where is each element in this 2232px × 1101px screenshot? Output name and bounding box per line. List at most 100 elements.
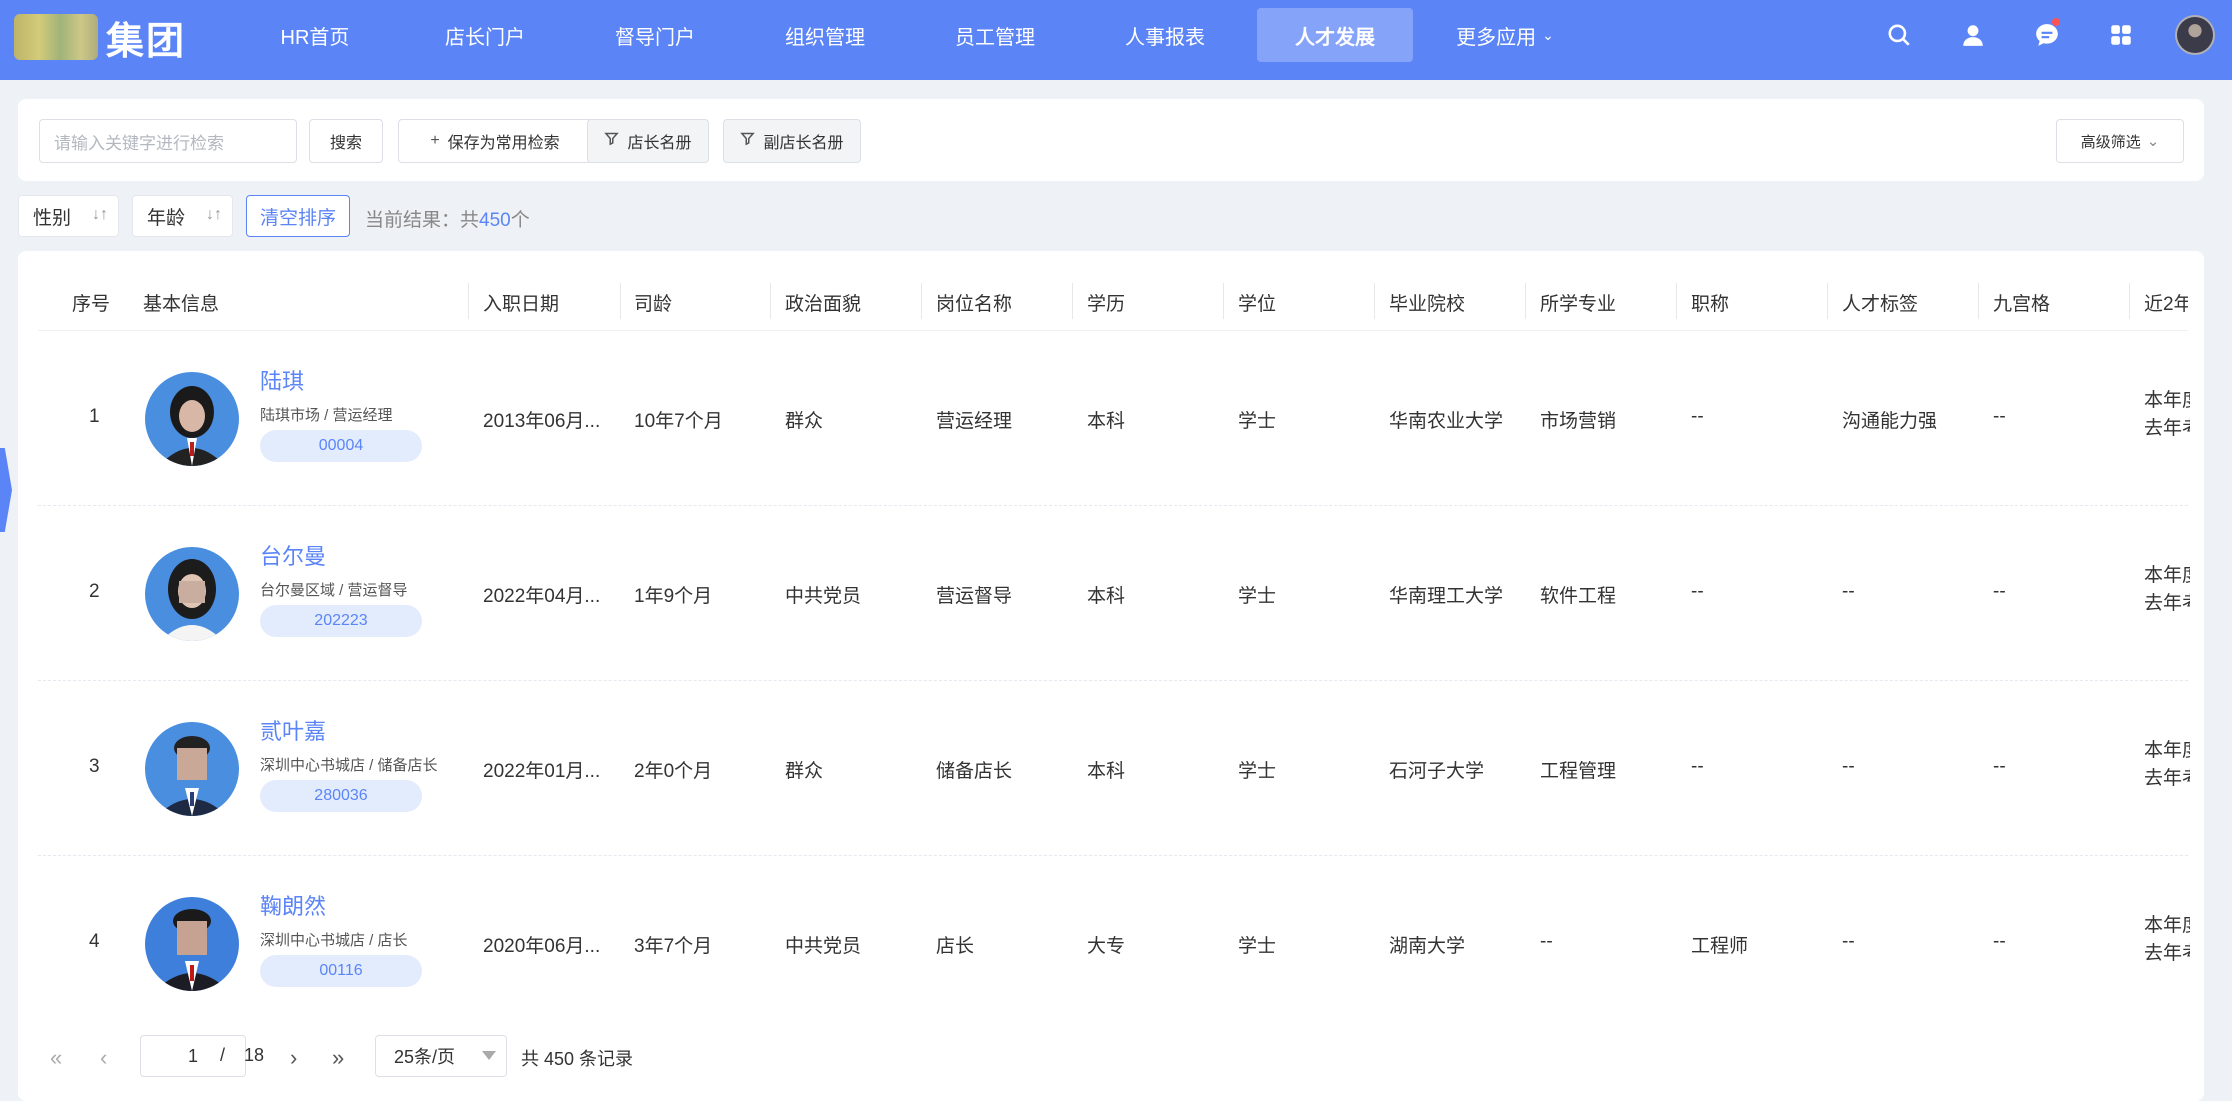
message-icon[interactable] <box>2010 0 2084 70</box>
school: 华南农业大学 <box>1389 411 1504 432</box>
sort-gender-button[interactable]: 性别 ↓↑ <box>18 195 119 237</box>
page-size-select[interactable]: 25条/页 <box>375 1035 507 1077</box>
deputy-manager-filter-label: 副店长名册 <box>763 135 844 152</box>
table-row[interactable]: 1 陆琪 陆琪市场 / 营运经理 00004 2013年06月... 10年7个… <box>38 331 2190 506</box>
talent-tag: -- <box>1842 756 1855 777</box>
apps-grid-icon[interactable] <box>2084 0 2158 70</box>
sort-icon: ↓↑ <box>92 206 108 223</box>
next-page-icon[interactable]: › <box>290 1045 297 1071</box>
eval-current-year: 本年度 <box>2144 565 2190 586</box>
first-page-icon[interactable]: « <box>50 1045 62 1071</box>
nav-supervisor-portal[interactable]: 督导门户 <box>570 8 740 62</box>
col-basic-info: 基本信息 <box>143 294 220 315</box>
user-avatar[interactable] <box>2158 0 2232 70</box>
last-page-icon[interactable]: » <box>332 1045 344 1071</box>
nav-hr-home[interactable]: HR首页 <box>230 8 400 62</box>
total-pages: 18 <box>244 1045 265 1065</box>
tenure: 3年7个月 <box>634 936 713 957</box>
keyword-search-input[interactable]: 请输入关键字进行检索 <box>39 119 297 163</box>
page-size-value: 25条/页 <box>394 1047 456 1067</box>
school: 石河子大学 <box>1389 761 1485 782</box>
main-nav: HR首页 店长门户 督导门户 组织管理 员工管理 人事报表 人才发展 更多应用 … <box>230 8 1590 62</box>
employee-org-post: 深圳中心书城店 / 储备店长 <box>260 757 438 774</box>
deputy-manager-filter-button[interactable]: 副店长名册 <box>723 119 861 163</box>
post-name: 营运经理 <box>936 411 1013 432</box>
plus-icon: + <box>430 132 440 149</box>
store-manager-filter-label: 店长名册 <box>627 135 692 152</box>
degree: 学士 <box>1238 761 1277 782</box>
nav-hr-reports[interactable]: 人事报表 <box>1080 8 1250 62</box>
political-status: 中共党员 <box>785 586 862 607</box>
page-number-input[interactable]: 1 <box>140 1035 246 1077</box>
company-logo[interactable]: 集团 <box>14 14 186 63</box>
eval-last-year: 去年考 <box>2144 943 2190 964</box>
col-degree: 学位 <box>1238 294 1277 315</box>
employee-name-link[interactable]: 陆琪 <box>260 364 304 396</box>
nav-talent-development[interactable]: 人才发展 <box>1257 8 1413 62</box>
nine-grid: -- <box>1993 406 2006 427</box>
nav-more-apps[interactable]: 更多应用 ⌄ <box>1420 8 1590 62</box>
column-divider <box>1978 283 1979 319</box>
political-status: 群众 <box>785 411 824 432</box>
employee-org-post: 深圳中心书城店 / 店长 <box>260 932 408 949</box>
advanced-filter-label: 高级筛选 <box>2080 133 2141 151</box>
column-divider <box>1072 283 1073 319</box>
education: 本科 <box>1087 586 1126 607</box>
col-index: 序号 <box>72 294 111 315</box>
employee-name-link[interactable]: 台尔曼 <box>260 539 326 571</box>
talent-tag: -- <box>1842 581 1855 602</box>
side-expand-tab[interactable] <box>0 448 12 532</box>
job-title: -- <box>1691 581 1704 602</box>
col-job-title: 职称 <box>1691 294 1730 315</box>
school: 华南理工大学 <box>1389 586 1504 607</box>
save-search-button[interactable]: + 保存为常用检索 <box>398 119 592 163</box>
political-status: 群众 <box>785 761 824 782</box>
col-political-status: 政治面貌 <box>785 294 862 315</box>
store-manager-filter-button[interactable]: 店长名册 <box>587 119 709 163</box>
row-index: 2 <box>89 581 100 602</box>
employee-name-link[interactable]: 鞠朗然 <box>260 889 326 921</box>
eval-current-year: 本年度 <box>2144 390 2190 411</box>
prev-page-icon[interactable]: ‹ <box>100 1045 107 1071</box>
row-index: 3 <box>89 756 100 777</box>
employee-name-link[interactable]: 贰叶嘉 <box>260 714 326 746</box>
employee-photo <box>145 897 239 991</box>
chevron-down-icon: ⌄ <box>1542 26 1554 43</box>
row-index: 1 <box>89 406 100 427</box>
major: -- <box>1540 931 1553 952</box>
clear-sort-button[interactable]: 清空排序 <box>246 195 350 237</box>
sort-age-label: 年龄 <box>147 207 186 229</box>
total-records: 共 450 条记录 <box>521 1049 634 1069</box>
employee-org-post: 台尔曼区域 / 营运督导 <box>260 582 408 599</box>
table-row[interactable]: 3 贰叶嘉 深圳中心书城店 / 储备店长 280036 2022年01月... … <box>38 681 2190 856</box>
sort-gender-label: 性别 <box>33 207 72 229</box>
table-row[interactable]: 4 鞠朗然 深圳中心书城店 / 店长 00116 2020年06月... 3年7… <box>38 856 2190 1031</box>
col-talent-tag: 人才标签 <box>1842 294 1919 315</box>
degree: 学士 <box>1238 411 1277 432</box>
col-recent-eval: 近2年考 <box>2144 294 2188 315</box>
post-name: 储备店长 <box>936 761 1013 782</box>
table-row[interactable]: 2 台尔曼 台尔曼区域 / 营运督导 202223 2022年04月... 1年… <box>38 506 2190 681</box>
col-post-name: 岗位名称 <box>936 294 1013 315</box>
search-button[interactable]: 搜索 <box>309 119 383 163</box>
avatar-image <box>2175 15 2215 55</box>
col-nine-grid: 九宫格 <box>1993 294 2051 315</box>
tenure: 10年7个月 <box>634 411 723 432</box>
result-suffix: 个 <box>510 210 530 231</box>
advanced-filter-button[interactable]: 高级筛选 ⌄ <box>2056 119 2184 163</box>
degree: 学士 <box>1238 936 1277 957</box>
nav-org-management[interactable]: 组织管理 <box>740 8 910 62</box>
education: 本科 <box>1087 761 1126 782</box>
school: 湖南大学 <box>1389 936 1466 957</box>
nav-store-manager-portal[interactable]: 店长门户 <box>400 8 570 62</box>
top-navbar: 集团 HR首页 店长门户 督导门户 组织管理 员工管理 人事报表 人才发展 更多… <box>0 0 2232 80</box>
user-icon[interactable] <box>1936 0 2010 70</box>
eval-last-year: 去年考 <box>2144 593 2190 614</box>
sort-age-button[interactable]: 年龄 ↓↑ <box>132 195 233 237</box>
search-icon[interactable] <box>1862 0 1936 70</box>
major: 工程管理 <box>1540 761 1617 782</box>
nav-employee-management[interactable]: 员工管理 <box>910 8 1080 62</box>
nav-more-apps-label: 更多应用 <box>1456 26 1537 49</box>
tenure: 2年0个月 <box>634 761 713 782</box>
employee-org-post: 陆琪市场 / 营运经理 <box>260 407 393 424</box>
